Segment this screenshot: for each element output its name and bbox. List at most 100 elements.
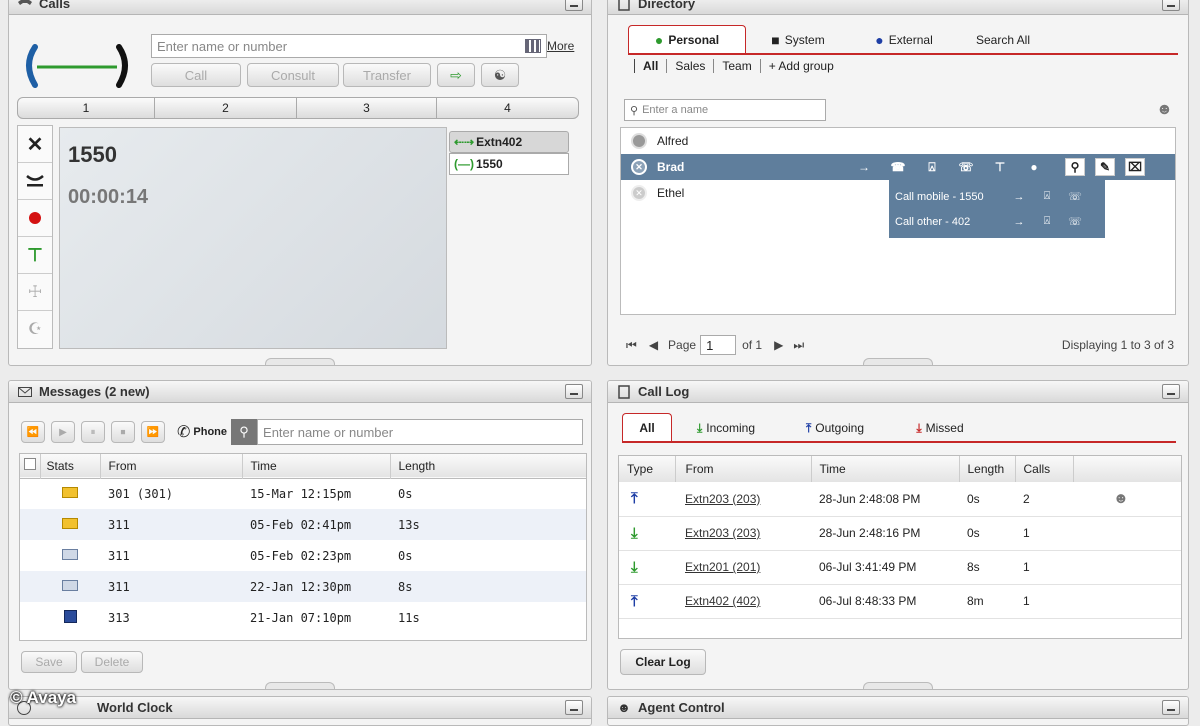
col-stats[interactable]: Stats bbox=[40, 454, 101, 478]
filter-sales[interactable]: Sales bbox=[666, 59, 713, 73]
play-button[interactable]: ▶ bbox=[51, 421, 75, 443]
caller-link[interactable]: Extn402 (402) bbox=[685, 594, 760, 608]
add-contact-icon[interactable]: ☻ bbox=[1156, 101, 1173, 119]
hold-icon[interactable] bbox=[18, 163, 52, 200]
transfer-button[interactable]: Transfer bbox=[343, 63, 431, 87]
col-calls[interactable]: Calls bbox=[1015, 456, 1074, 482]
call-search-input[interactable]: Enter name or number bbox=[151, 34, 547, 58]
minimize-button[interactable] bbox=[565, 384, 583, 399]
col-from[interactable]: From bbox=[100, 454, 243, 478]
prev-page-icon[interactable]: ◀ bbox=[649, 338, 658, 352]
last-page-icon[interactable]: ⏭ bbox=[793, 338, 804, 353]
minimize-button[interactable] bbox=[1162, 0, 1180, 11]
col-time[interactable]: Time bbox=[811, 456, 960, 482]
dialpad-icon[interactable] bbox=[525, 39, 541, 53]
call-contact-icon[interactable]: → bbox=[847, 160, 881, 174]
tab-missed[interactable]: ⤓ Missed bbox=[890, 415, 990, 441]
forward-button[interactable]: ⏩ bbox=[141, 421, 165, 443]
call-home-icon[interactable]: ⍓ bbox=[915, 160, 949, 175]
tab-external[interactable]: ● External bbox=[850, 27, 958, 53]
directory-search-input[interactable]: ⚲ Enter a name bbox=[624, 99, 826, 121]
table-row[interactable]: 311 05-Feb 02:23pm 0s bbox=[20, 540, 586, 571]
page-input[interactable]: 1 bbox=[700, 335, 737, 355]
line-item-1550[interactable]: (—) 1550 bbox=[449, 153, 569, 175]
save-button[interactable]: Save bbox=[21, 651, 77, 673]
add-contact-icon[interactable]: ☻ bbox=[1073, 482, 1181, 516]
caller-link[interactable]: Extn203 (203) bbox=[685, 526, 760, 540]
tab-outgoing[interactable]: ⤒ Outgoing bbox=[780, 415, 890, 441]
select-all-checkbox[interactable] bbox=[20, 454, 41, 478]
line-tab-3[interactable]: 3 bbox=[297, 98, 437, 118]
clear-log-button[interactable]: Clear Log bbox=[620, 649, 706, 675]
line-tab-1[interactable]: 1 bbox=[18, 98, 155, 118]
call-icon[interactable]: → bbox=[1005, 191, 1033, 203]
view-details-icon[interactable]: ⚲ bbox=[1065, 158, 1085, 176]
resize-grip[interactable] bbox=[863, 358, 933, 365]
message-search-input[interactable]: Enter name or number bbox=[257, 419, 584, 445]
mobile-phone-icon[interactable]: ☏ bbox=[1061, 190, 1089, 203]
record-icon[interactable] bbox=[18, 200, 52, 237]
line-tab-2[interactable]: 2 bbox=[155, 98, 297, 118]
conference-call-icon[interactable]: ☪ bbox=[18, 311, 52, 347]
add-group-link[interactable]: + Add group bbox=[759, 59, 842, 73]
first-page-icon[interactable]: ⏮ bbox=[626, 338, 637, 353]
call-mobile-icon[interactable]: ☏ bbox=[949, 160, 983, 174]
table-row[interactable]: ⤒ Extn203 (203) 28-Jun 2:48:08 PM 0s 2 ☻ bbox=[619, 482, 1181, 516]
col-length[interactable]: Length bbox=[390, 454, 586, 478]
im-icon[interactable]: ● bbox=[1017, 160, 1051, 174]
edit-contact-icon[interactable]: ✎ bbox=[1095, 158, 1115, 176]
hangup-icon[interactable]: ✕ bbox=[18, 126, 52, 163]
call-work-icon[interactable]: ☎ bbox=[881, 160, 915, 174]
home-phone-icon[interactable]: ⍓ bbox=[1033, 215, 1061, 228]
caller-link[interactable]: Extn201 (201) bbox=[685, 560, 760, 574]
col-time[interactable]: Time bbox=[242, 454, 391, 478]
contact-row-brad[interactable]: ✕ Brad → ☎ ⍓ ☏ ⊤ ● ⚲ ✎ ⌧ bbox=[621, 154, 1175, 180]
tab-personal[interactable]: ● Personal bbox=[628, 25, 746, 53]
call-option-mobile[interactable]: Call mobile - 1550 → ⍓ ☏ bbox=[895, 184, 1099, 209]
minimize-button[interactable] bbox=[1162, 700, 1180, 715]
table-row[interactable]: ⤒ Extn402 (402) 06-Jul 8:48:33 PM 8m 1 bbox=[619, 584, 1181, 618]
filter-all[interactable]: All bbox=[634, 59, 666, 73]
table-row[interactable]: 311 22-Jan 12:30pm 8s bbox=[20, 571, 586, 602]
resize-grip[interactable] bbox=[265, 682, 335, 689]
resize-grip[interactable] bbox=[863, 682, 933, 689]
minimize-button[interactable] bbox=[565, 0, 583, 11]
tab-incoming[interactable]: ⤓ Incoming bbox=[672, 415, 780, 441]
delete-button[interactable]: Delete bbox=[81, 651, 143, 673]
tab-system[interactable]: ■ System bbox=[746, 27, 850, 53]
conference-icon[interactable]: ☯ bbox=[481, 63, 519, 87]
table-row[interactable]: 313 21-Jan 07:10pm 11s bbox=[20, 602, 586, 633]
col-from[interactable]: From bbox=[675, 456, 812, 482]
tab-search-all[interactable]: Search All bbox=[958, 27, 1048, 53]
consult-button[interactable]: Consult bbox=[247, 63, 339, 87]
table-row[interactable]: ⤓ Extn201 (201) 06-Jul 3:41:49 PM 8s 1 bbox=[619, 550, 1181, 584]
table-row[interactable]: 311 05-Feb 02:41pm 13s bbox=[20, 509, 586, 540]
more-link[interactable]: More bbox=[547, 39, 574, 53]
filter-team[interactable]: Team bbox=[713, 59, 759, 73]
delete-contact-icon[interactable]: ⌧ bbox=[1125, 158, 1145, 176]
park-icon[interactable]: ☩ bbox=[18, 274, 52, 311]
call-button[interactable]: Call bbox=[151, 63, 241, 87]
rewind-button[interactable]: ⏪ bbox=[21, 421, 45, 443]
stop-button[interactable]: ⏹ bbox=[111, 421, 135, 443]
mobile-phone-icon[interactable]: ☏ bbox=[1061, 215, 1089, 228]
contact-row-alfred[interactable]: Alfred bbox=[621, 128, 1175, 154]
transfer-tree-icon[interactable]: ⊤ bbox=[18, 237, 52, 274]
home-phone-icon[interactable]: ⍓ bbox=[1033, 190, 1061, 203]
resize-grip[interactable] bbox=[265, 358, 335, 365]
table-row[interactable]: ⤓ Extn203 (203) 28-Jun 2:48:16 PM 0s 1 bbox=[619, 516, 1181, 550]
caller-link[interactable]: Extn203 (203) bbox=[685, 492, 760, 506]
transfer-to-voicemail-icon[interactable]: ⇨ bbox=[437, 63, 475, 87]
col-type[interactable]: Type bbox=[619, 456, 676, 482]
call-icon[interactable]: → bbox=[1005, 216, 1033, 228]
transfer-contact-icon[interactable]: ⊤ bbox=[983, 160, 1017, 174]
minimize-button[interactable] bbox=[1162, 384, 1180, 399]
pause-button[interactable]: ⏸ bbox=[81, 421, 105, 443]
col-length[interactable]: Length bbox=[959, 456, 1016, 482]
minimize-button[interactable] bbox=[565, 700, 583, 715]
line-item-extn402[interactable]: ⇠⇢ Extn402 bbox=[449, 131, 569, 153]
call-option-other[interactable]: Call other - 402 → ⍓ ☏ bbox=[895, 209, 1099, 234]
tab-all[interactable]: All bbox=[622, 413, 672, 441]
line-tab-4[interactable]: 4 bbox=[437, 98, 578, 118]
next-page-icon[interactable]: ▶ bbox=[774, 338, 783, 352]
